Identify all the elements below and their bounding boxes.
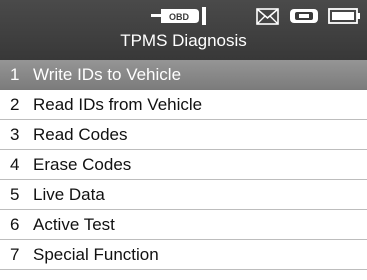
menu-item-special-function[interactable]: 7 Special Function: [0, 240, 367, 270]
tpms-diagnosis-screen: OBD TPMS Diagnosis 1 Write IDs to Vehicl…: [0, 0, 367, 280]
obd-label: OBD: [169, 12, 190, 22]
menu-item-label: Read Codes: [33, 125, 128, 144]
menu-item-erase-codes[interactable]: 4 Erase Codes: [0, 150, 367, 180]
menu-item-write-ids-to-vehicle[interactable]: 1 Write IDs to Vehicle: [0, 60, 367, 90]
menu-item-label: Active Test: [33, 215, 115, 234]
menu-item-live-data[interactable]: 5 Live Data: [0, 180, 367, 210]
menu-list: 1 Write IDs to Vehicle 2 Read IDs from V…: [0, 60, 367, 270]
menu-item-number: 7: [10, 245, 20, 264]
menu-item-number: 2: [10, 95, 20, 114]
menu-item-number: 1: [10, 65, 20, 84]
menu-item-label: Special Function: [33, 245, 159, 264]
menu-item-label: Read IDs from Vehicle: [33, 95, 203, 114]
vci-connection-icon: [290, 9, 318, 23]
menu-item-label: Write IDs to Vehicle: [33, 65, 182, 84]
page-title: TPMS Diagnosis: [120, 31, 247, 50]
menu-item-number: 5: [10, 185, 20, 204]
menu-item-active-test[interactable]: 6 Active Test: [0, 210, 367, 240]
menu-item-label: Erase Codes: [33, 155, 132, 174]
battery-icon: [328, 8, 360, 24]
menu-item-read-ids-from-vehicle[interactable]: 2 Read IDs from Vehicle: [0, 90, 367, 120]
menu-item-number: 4: [10, 155, 20, 174]
menu-item-number: 3: [10, 125, 20, 144]
menu-item-number: 6: [10, 215, 20, 234]
menu-item-label: Live Data: [33, 185, 105, 204]
mail-icon: [256, 8, 279, 25]
obd-connector-icon: OBD: [151, 7, 206, 25]
header-bar: OBD TPMS Diagnosis: [0, 0, 367, 60]
status-bar: OBD: [0, 5, 367, 27]
menu-item-read-codes[interactable]: 3 Read Codes: [0, 120, 367, 150]
